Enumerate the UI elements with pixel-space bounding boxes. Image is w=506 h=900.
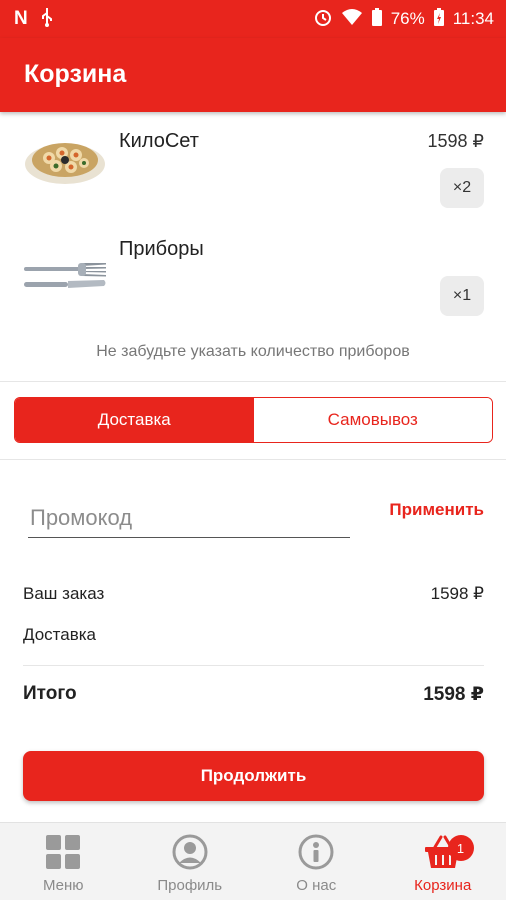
cutlery-reminder: Не забудьте указать количество приборов — [96, 343, 410, 360]
battery-charging-icon — [433, 7, 445, 32]
nav-label: Меню — [42, 877, 84, 894]
grid-icon — [44, 833, 82, 871]
order-row: Ваш заказ 1598 ₽ — [23, 584, 484, 604]
battery-small-icon — [371, 7, 383, 32]
delivery-label: Доставка — [23, 625, 97, 644]
order-value: 1598 ₽ — [430, 584, 484, 603]
wifi-icon — [341, 8, 363, 31]
quantity-button[interactable]: ×2 — [440, 168, 484, 208]
quantity-button[interactable]: ×1 — [440, 276, 484, 316]
profile-icon — [171, 833, 209, 871]
delivery-row: Доставка — [23, 625, 484, 645]
continue-button[interactable]: Продолжить — [23, 751, 484, 801]
usb-icon — [40, 7, 54, 32]
nav-item-profile[interactable]: Профиль — [127, 823, 254, 900]
pickup-option[interactable]: Самовывоз — [253, 398, 492, 442]
nav-item-menu[interactable]: Меню — [0, 823, 127, 900]
info-icon — [297, 833, 335, 871]
total-label: Итого — [23, 683, 77, 704]
nav-label: О нас — [296, 877, 337, 894]
order-label: Ваш заказ — [23, 584, 105, 603]
cart-count-badge: 1 — [447, 835, 474, 861]
app-bar: Корзина — [0, 38, 506, 112]
nav-item-about[interactable]: О нас — [253, 823, 380, 900]
nav-label: Корзина — [414, 877, 472, 894]
nav-item-cart[interactable]: Корзина 1 — [380, 823, 506, 900]
cutlery-image — [22, 236, 108, 300]
alarm-icon — [313, 7, 333, 32]
promo-code-input[interactable] — [28, 498, 350, 538]
page-title: Корзина — [24, 60, 127, 88]
total-value: 1598 ₽ — [423, 684, 484, 705]
bottom-nav: Меню Профиль О нас Корзина 1 — [0, 822, 506, 900]
divider — [23, 665, 484, 666]
item-name: Приборы — [119, 238, 204, 260]
cart-item[interactable]: КилоСет 1598 ₽ ×2 — [0, 112, 506, 220]
divider — [0, 459, 506, 460]
nav-label: Профиль — [157, 877, 223, 894]
sushi-set-image — [22, 128, 108, 192]
delivery-option[interactable]: Доставка — [15, 398, 254, 442]
status-bar: N 76% 11:34 — [0, 0, 506, 38]
delivery-mode-toggle: Доставка Самовывоз — [14, 397, 493, 443]
total-row: Итого 1598 ₽ — [23, 683, 484, 706]
battery-percent: 76% — [390, 9, 425, 28]
item-price: 1598 ₽ — [427, 131, 485, 151]
cart-item[interactable]: Приборы ×1 — [0, 220, 506, 328]
apply-promo-button[interactable]: Применить — [389, 500, 484, 520]
notification-n-icon: N — [14, 8, 28, 29]
divider — [0, 381, 506, 382]
clock: 11:34 — [452, 9, 494, 28]
item-name: КилоСет — [119, 130, 199, 152]
